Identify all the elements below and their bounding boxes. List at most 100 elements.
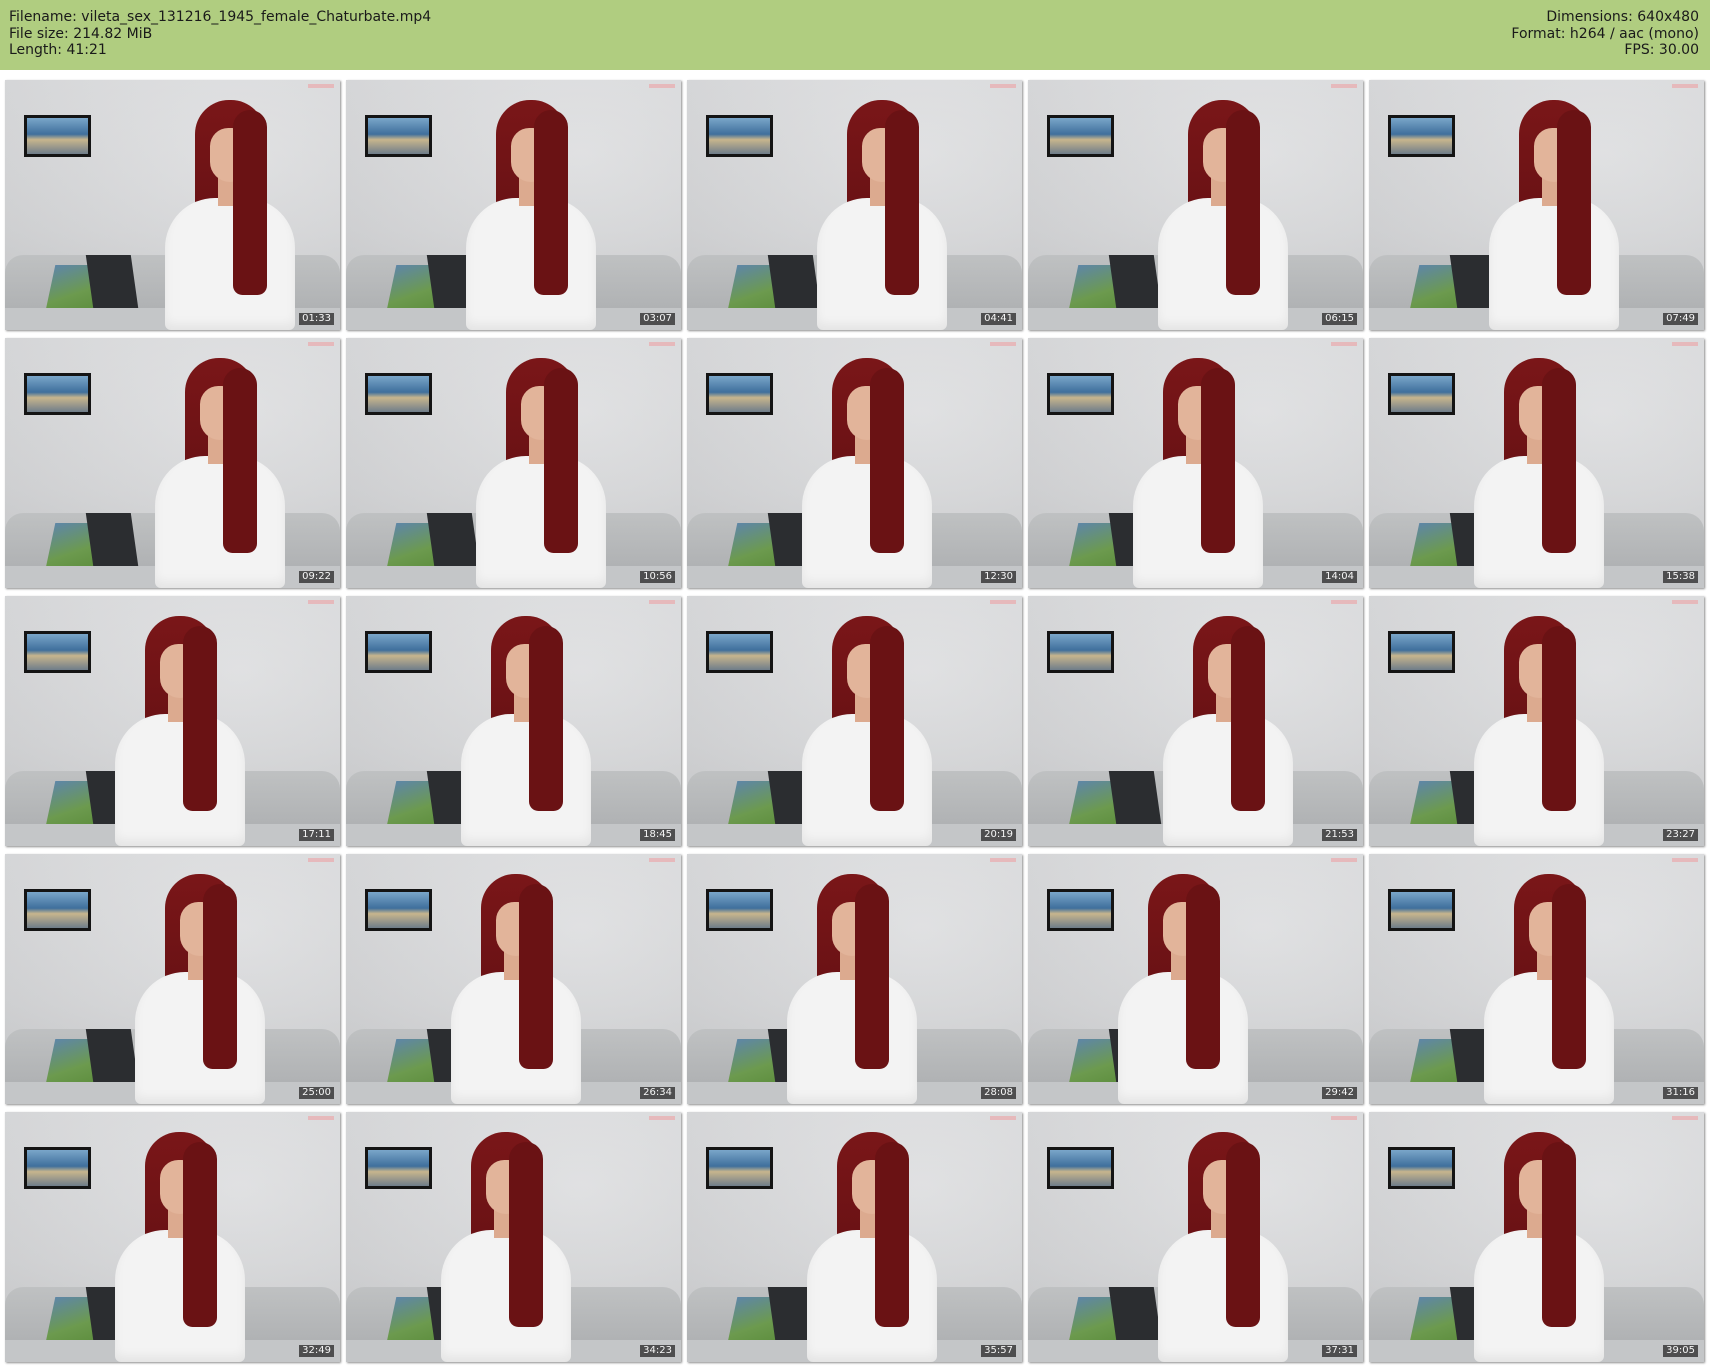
person-hair-front — [1231, 626, 1265, 811]
person-figure — [1464, 1112, 1614, 1362]
wall-picture-frame — [24, 373, 91, 415]
thumbnail-timestamp: 04:41 — [981, 313, 1016, 325]
video-thumbnail[interactable]: 12:30 — [687, 338, 1022, 588]
person-hair-front — [1186, 884, 1220, 1069]
video-thumbnail[interactable]: 14:04 — [1028, 338, 1363, 588]
video-thumbnail[interactable]: 20:19 — [687, 596, 1022, 846]
video-thumbnail[interactable]: 06:15 — [1028, 80, 1363, 330]
picture-image — [1391, 1150, 1452, 1186]
picture-image — [709, 1150, 770, 1186]
person-torso — [115, 714, 245, 846]
thumbnail-timestamp: 06:15 — [1322, 313, 1357, 325]
watermark — [1331, 84, 1357, 88]
wall-picture-frame — [24, 1147, 91, 1189]
picture-image — [709, 376, 770, 412]
video-thumbnail[interactable]: 15:38 — [1369, 338, 1704, 588]
person-torso — [1474, 456, 1604, 588]
watermark — [649, 600, 675, 604]
watermark — [308, 600, 334, 604]
person-torso — [1474, 1230, 1604, 1362]
person-figure — [125, 854, 275, 1104]
person-torso — [802, 456, 932, 588]
thumbnail-timestamp: 23:27 — [1663, 829, 1698, 841]
video-thumbnail[interactable]: 10:56 — [346, 338, 681, 588]
watermark — [308, 84, 334, 88]
dark-pillow — [85, 513, 140, 573]
person-hair-front — [233, 110, 267, 295]
person-figure — [1108, 854, 1258, 1104]
wall-picture-frame — [1047, 631, 1114, 673]
length-text: Length: 41:21 — [9, 42, 107, 58]
person-figure — [1464, 596, 1614, 846]
video-thumbnail[interactable]: 39:05 — [1369, 1112, 1704, 1362]
video-thumbnail[interactable]: 26:34 — [346, 854, 681, 1104]
person-hair-front — [519, 884, 553, 1069]
thumbnail-grid: 01:33 03:07 04:41 06:15 07:49 09:22 10:56 12:30… — [5, 80, 1704, 1362]
picture-image — [1050, 376, 1111, 412]
video-thumbnail[interactable]: 35:57 — [687, 1112, 1022, 1362]
thumbnail-timestamp: 21:53 — [1322, 829, 1357, 841]
video-thumbnail[interactable]: 37:31 — [1028, 1112, 1363, 1362]
person-figure — [1464, 338, 1614, 588]
thumbnail-timestamp: 17:11 — [299, 829, 334, 841]
person-hair-front — [1557, 110, 1591, 295]
video-thumbnail[interactable]: 04:41 — [687, 80, 1022, 330]
watermark — [308, 342, 334, 346]
person-figure — [1123, 338, 1273, 588]
video-thumbnail[interactable]: 28:08 — [687, 854, 1022, 1104]
video-thumbnail[interactable]: 21:53 — [1028, 596, 1363, 846]
thumbnail-timestamp: 15:38 — [1663, 571, 1698, 583]
thumbnail-timestamp: 12:30 — [981, 571, 1016, 583]
watermark — [1672, 858, 1698, 862]
person-torso — [115, 1230, 245, 1362]
person-torso — [817, 198, 947, 330]
video-thumbnail[interactable]: 09:22 — [5, 338, 340, 588]
watermark — [990, 1116, 1016, 1120]
person-hair-front — [1201, 368, 1235, 553]
video-thumbnail[interactable]: 07:49 — [1369, 80, 1704, 330]
video-thumbnail[interactable]: 29:42 — [1028, 854, 1363, 1104]
video-thumbnail[interactable]: 32:49 — [5, 1112, 340, 1362]
watermark — [1331, 342, 1357, 346]
video-thumbnail[interactable]: 18:45 — [346, 596, 681, 846]
video-thumbnail[interactable]: 23:27 — [1369, 596, 1704, 846]
person-hair-front — [529, 626, 563, 811]
person-figure — [1479, 80, 1629, 330]
video-thumbnail[interactable]: 25:00 — [5, 854, 340, 1104]
watermark — [1331, 858, 1357, 862]
watermark — [990, 600, 1016, 604]
person-figure — [155, 80, 305, 330]
person-figure — [777, 854, 927, 1104]
video-thumbnail[interactable]: 03:07 — [346, 80, 681, 330]
picture-image — [368, 1150, 429, 1186]
picture-image — [1391, 892, 1452, 928]
wall-picture-frame — [1388, 889, 1455, 931]
video-thumbnail[interactable]: 01:33 — [5, 80, 340, 330]
person-torso — [1489, 198, 1619, 330]
person-hair-front — [534, 110, 568, 295]
picture-image — [1391, 634, 1452, 670]
person-figure — [1153, 596, 1303, 846]
wall-picture-frame — [365, 373, 432, 415]
person-torso — [1118, 972, 1248, 1104]
video-thumbnail[interactable]: 34:23 — [346, 1112, 681, 1362]
wall-picture-frame — [365, 115, 432, 157]
thumbnail-timestamp: 35:57 — [981, 1345, 1016, 1357]
person-figure — [792, 338, 942, 588]
watermark — [1331, 600, 1357, 604]
watermark — [1672, 84, 1698, 88]
wall-picture-frame — [365, 631, 432, 673]
watermark — [649, 84, 675, 88]
wall-picture-frame — [1388, 373, 1455, 415]
picture-image — [27, 376, 88, 412]
person-figure — [797, 1112, 947, 1362]
person-figure — [1148, 80, 1298, 330]
thumbnail-timestamp: 09:22 — [299, 571, 334, 583]
thumbnail-timestamp: 20:19 — [981, 829, 1016, 841]
person-torso — [135, 972, 265, 1104]
watermark — [1331, 1116, 1357, 1120]
video-thumbnail[interactable]: 17:11 — [5, 596, 340, 846]
picture-image — [27, 118, 88, 154]
video-thumbnail[interactable]: 31:16 — [1369, 854, 1704, 1104]
person-torso — [802, 714, 932, 846]
